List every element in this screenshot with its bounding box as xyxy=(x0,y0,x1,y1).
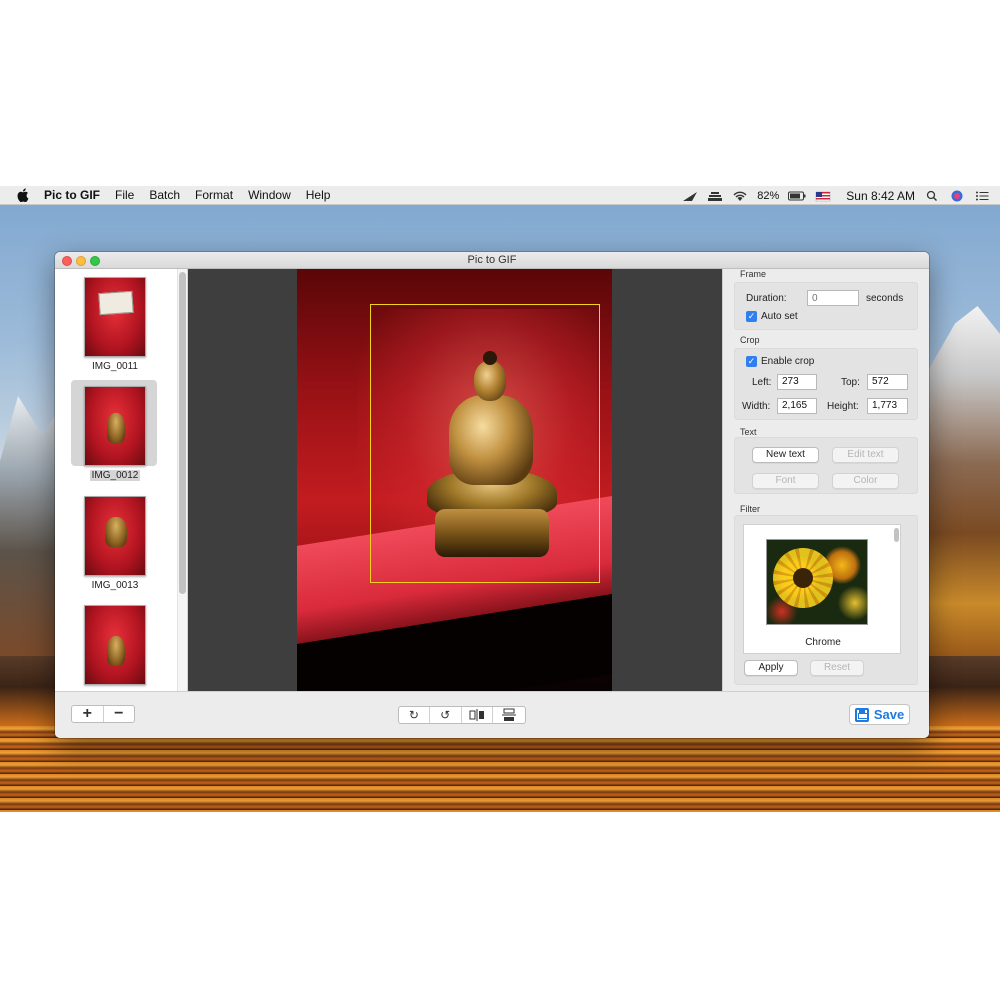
inspector-panel: Frame Duration: seconds ✓ Auto set Crop … xyxy=(722,269,929,691)
auto-set-checkbox[interactable]: ✓ xyxy=(746,311,757,322)
crop-top-label: Top: xyxy=(841,377,860,388)
notification-center-icon[interactable] xyxy=(974,190,990,202)
frame-section-title: Frame xyxy=(740,269,767,279)
window-minimize-button[interactable] xyxy=(76,256,86,266)
frame-section: Duration: seconds ✓ Auto set xyxy=(734,282,918,330)
dock-icon[interactable] xyxy=(707,190,723,202)
apple-menu-icon[interactable] xyxy=(16,188,30,202)
add-image-button[interactable]: + xyxy=(72,705,104,722)
color-button[interactable]: Color xyxy=(832,473,899,489)
image-thumbnail xyxy=(84,605,146,685)
auto-set-label: Auto set xyxy=(761,311,798,322)
thumbnail-statue-graphic xyxy=(107,413,125,443)
crop-rectangle[interactable] xyxy=(370,304,600,583)
wallpaper-mountain-right xyxy=(925,306,1000,656)
image-thumbnail xyxy=(84,277,146,357)
menubar-status-area: 82% Sun 8:42 AM xyxy=(682,186,990,205)
menu-batch[interactable]: Batch xyxy=(149,188,180,202)
image-thumbnail xyxy=(84,496,146,576)
image-list-item-label: IMG_0011 xyxy=(92,361,138,372)
filter-section: Chrome Apply Reset xyxy=(734,515,918,685)
filter-section-title: Filter xyxy=(740,504,760,514)
crop-left-field[interactable]: 273 xyxy=(777,374,817,390)
crop-top-field[interactable]: 572 xyxy=(867,374,908,390)
flip-horizontal-icon xyxy=(469,709,484,721)
new-text-button[interactable]: New text xyxy=(752,447,819,463)
save-icon xyxy=(854,707,869,722)
image-list-sidebar: IMG_0011 IMG_0012 IMG_0013 xyxy=(55,269,188,691)
preview-image xyxy=(297,269,612,691)
menubar: Pic to GIF File Batch Format Window Help… xyxy=(0,186,1000,205)
window-zoom-button[interactable] xyxy=(90,256,100,266)
thumbnail-card-graphic xyxy=(98,290,134,316)
battery-icon[interactable] xyxy=(788,190,806,202)
menu-file[interactable]: File xyxy=(115,188,134,202)
text-section-title: Text xyxy=(740,427,757,437)
siri-icon[interactable] xyxy=(949,190,965,202)
rotate-clockwise-button[interactable]: ↻ xyxy=(399,707,430,723)
font-button[interactable]: Font xyxy=(752,473,819,489)
edit-text-button[interactable]: Edit text xyxy=(832,447,899,463)
crop-width-field[interactable]: 2,165 xyxy=(777,398,817,414)
thumbnail-statue-graphic xyxy=(107,636,125,666)
bottom-toolbar: + − ↻ ↺ Save xyxy=(55,691,929,738)
filter-preview-thumbnail[interactable] xyxy=(766,539,868,625)
thumbnail-statue-graphic xyxy=(105,517,127,547)
wifi-icon[interactable] xyxy=(732,190,748,202)
app-window: Pic to GIF IMG_0011 IMG_0012 IMG_0013 Fr… xyxy=(55,252,929,738)
image-thumbnail xyxy=(84,386,146,466)
apply-filter-button[interactable]: Apply xyxy=(744,660,798,676)
text-section: New text Edit text Font Color xyxy=(734,437,918,494)
image-list-item-label: IMG_0012 xyxy=(89,470,141,481)
enable-crop-checkbox[interactable]: ✓ xyxy=(746,356,757,367)
wallpaper-mountain-left xyxy=(0,396,60,656)
image-list-item-label: IMG_0013 xyxy=(91,580,139,591)
flip-vertical-button[interactable] xyxy=(493,707,525,723)
reset-filter-button[interactable]: Reset xyxy=(810,660,864,676)
remove-image-button[interactable]: − xyxy=(104,705,135,722)
window-title: Pic to GIF xyxy=(467,254,517,266)
add-remove-segment: + − xyxy=(71,705,135,723)
image-list-item[interactable]: IMG_0011 xyxy=(73,275,161,375)
crop-width-label: Width: xyxy=(742,401,771,412)
image-preview-area xyxy=(188,269,722,691)
sidebar-scrollbar-thumb[interactable] xyxy=(179,272,186,594)
duration-field[interactable] xyxy=(807,290,859,306)
image-list-item-selected[interactable]: IMG_0012 xyxy=(71,380,161,484)
flip-horizontal-button[interactable] xyxy=(462,707,494,723)
filter-list-scrollbar[interactable] xyxy=(894,528,899,542)
enable-crop-label: Enable crop xyxy=(761,356,815,367)
image-list-item[interactable]: IMG_0013 xyxy=(73,494,161,594)
crop-height-field[interactable]: 1,773 xyxy=(867,398,908,414)
image-list-item[interactable] xyxy=(73,603,161,691)
save-button[interactable]: Save xyxy=(849,704,910,725)
menu-app-name[interactable]: Pic to GIF xyxy=(44,188,100,202)
menu-format[interactable]: Format xyxy=(195,188,233,202)
crop-height-label: Height: xyxy=(827,401,859,412)
airport-icon[interactable] xyxy=(682,190,698,202)
filter-list[interactable]: Chrome xyxy=(743,524,901,654)
flip-vertical-icon xyxy=(502,708,517,721)
window-titlebar[interactable]: Pic to GIF xyxy=(55,252,929,269)
rotate-counterclockwise-button[interactable]: ↺ xyxy=(430,707,462,723)
crop-section-title: Crop xyxy=(740,335,760,345)
duration-label: Duration: xyxy=(746,293,787,304)
crop-section: ✓ Enable crop Left: 273 Top: 572 Width: … xyxy=(734,348,918,420)
filter-name-label: Chrome xyxy=(805,637,841,648)
save-button-label: Save xyxy=(873,707,905,722)
menu-help[interactable]: Help xyxy=(306,188,331,202)
flower-center-graphic xyxy=(793,568,813,588)
wallpaper-lake xyxy=(0,726,1000,812)
menubar-clock[interactable]: Sun 8:42 AM xyxy=(846,189,915,203)
transform-segment: ↻ ↺ xyxy=(398,706,526,724)
menu-window[interactable]: Window xyxy=(248,188,291,202)
window-close-button[interactable] xyxy=(62,256,72,266)
flag-icon[interactable] xyxy=(815,190,831,202)
battery-percent: 82% xyxy=(757,189,780,202)
spotlight-search-icon[interactable] xyxy=(924,190,940,202)
duration-unit-label: seconds xyxy=(866,293,904,304)
crop-left-label: Left: xyxy=(752,377,772,388)
